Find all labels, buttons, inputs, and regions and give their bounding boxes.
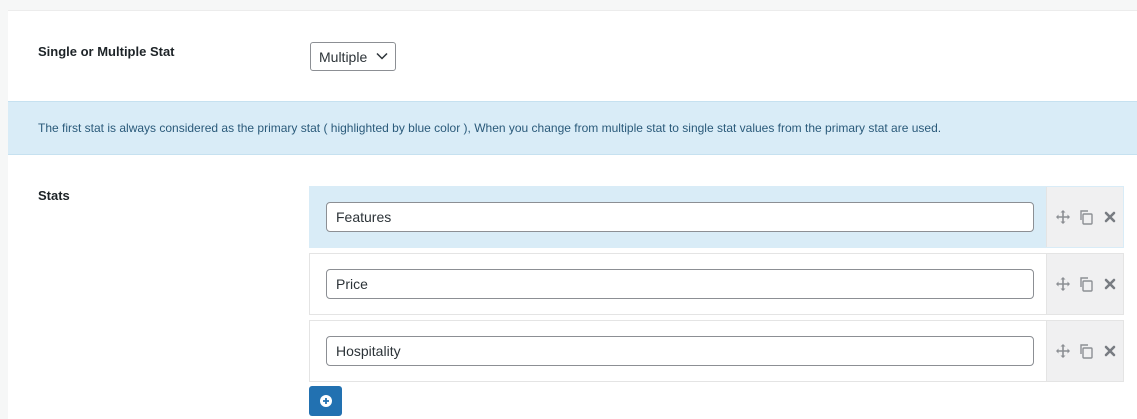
stat-row: Price xyxy=(309,253,1124,315)
info-notice: The first stat is always considered as t… xyxy=(8,101,1137,155)
move-icon[interactable] xyxy=(1055,209,1071,225)
stat-input[interactable]: Hospitality xyxy=(326,336,1034,366)
settings-panel: Single or Multiple Stat Multiple The fir… xyxy=(8,10,1137,419)
stats-label: Stats xyxy=(38,188,70,203)
plus-circle-icon xyxy=(319,395,332,407)
stat-row-actions xyxy=(1046,254,1123,314)
stat-mode-label: Single or Multiple Stat xyxy=(38,44,175,59)
stat-input[interactable]: Features xyxy=(326,202,1034,232)
delete-icon[interactable] xyxy=(1102,276,1118,292)
move-icon[interactable] xyxy=(1055,343,1071,359)
copy-icon[interactable] xyxy=(1078,343,1094,359)
move-icon[interactable] xyxy=(1055,276,1071,292)
copy-icon[interactable] xyxy=(1078,209,1094,225)
stat-row-actions xyxy=(1046,321,1123,381)
chevron-down-icon xyxy=(376,52,388,60)
delete-icon[interactable] xyxy=(1102,209,1118,225)
stat-mode-select[interactable]: Multiple xyxy=(310,42,396,71)
stat-row-primary: Features xyxy=(309,186,1124,248)
stat-row: Hospitality xyxy=(309,320,1124,382)
stat-input-value: Price xyxy=(336,276,368,292)
stat-input-value: Features xyxy=(336,209,392,225)
stat-input-value: Hospitality xyxy=(336,343,401,359)
copy-icon[interactable] xyxy=(1078,276,1094,292)
delete-icon[interactable] xyxy=(1102,343,1118,359)
info-notice-text: The first stat is always considered as t… xyxy=(38,121,942,135)
add-stat-button[interactable] xyxy=(309,386,342,416)
stat-input[interactable]: Price xyxy=(326,269,1034,299)
stat-mode-value: Multiple xyxy=(319,48,368,65)
stat-row-actions xyxy=(1046,187,1123,247)
